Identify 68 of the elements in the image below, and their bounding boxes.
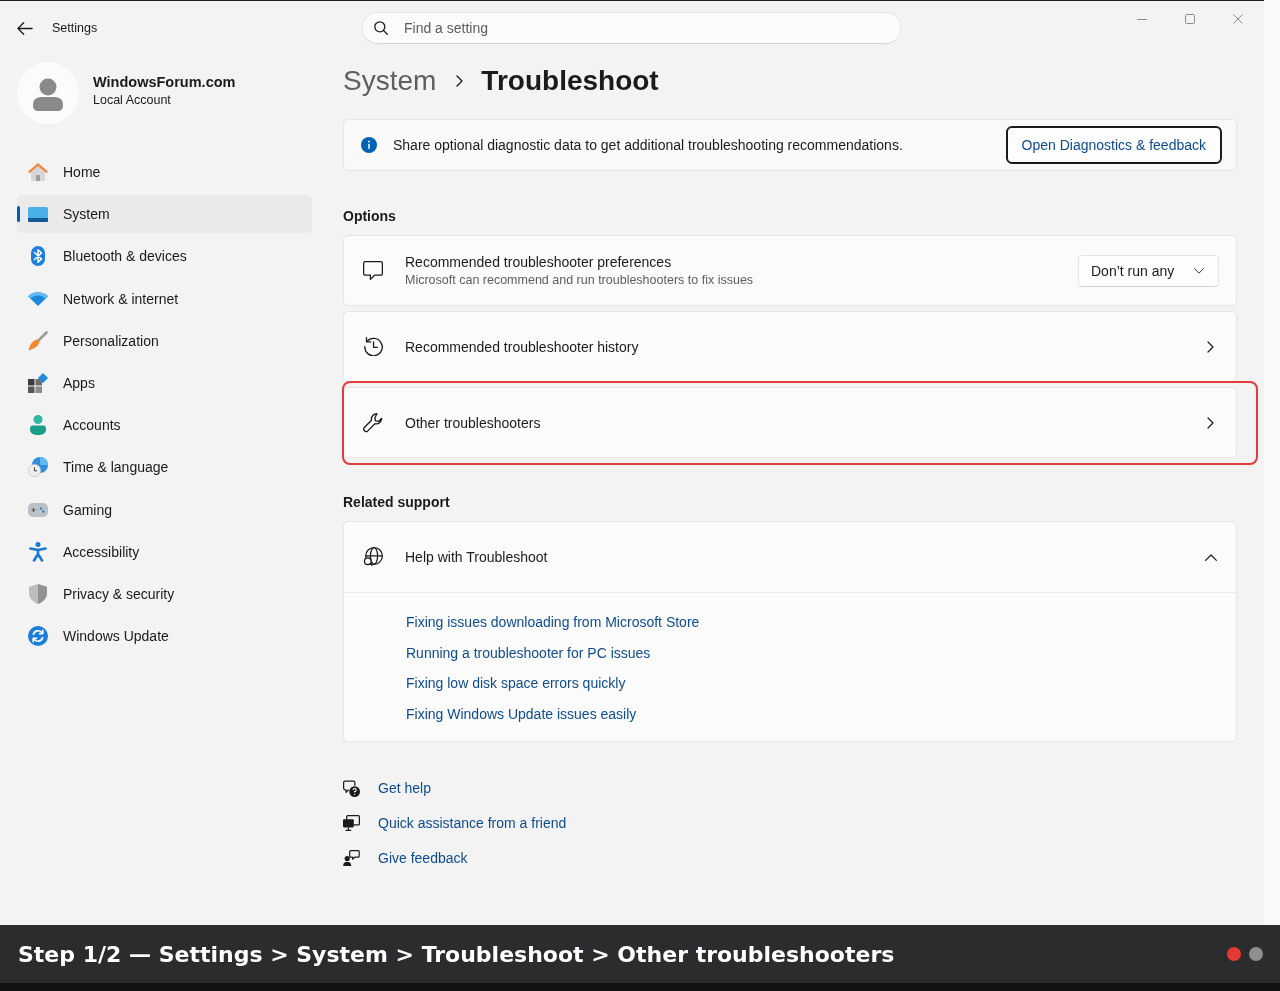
help-link[interactable]: Quick assistance from a friend [378,813,567,834]
search-icon [374,21,388,35]
shield-icon [29,583,47,604]
info-icon [361,137,377,153]
person-speech-icon [343,850,360,867]
chevron-right-icon [456,75,464,87]
chat-bubble-icon [363,261,383,280]
chevron-right-icon [1207,416,1214,429]
settings-card[interactable]: Recommended troubleshooter history [343,311,1237,382]
nav-item[interactable]: Accessibility [17,532,312,571]
monitor-icon [28,206,48,222]
minimize-icon [1137,18,1147,20]
back-button[interactable] [17,21,33,35]
nav-item[interactable]: Gaming [17,490,312,529]
section-heading: Related support [343,493,451,512]
setting-title: Recommended troubleshooter preferences [405,252,673,272]
dropdown[interactable]: Don’t run any [1078,254,1219,287]
caption-text: Step 1/2 — Settings > System > Troubleshoot > Other troubleshooters [18,941,895,967]
help-link[interactable]: Get help [378,778,431,799]
help-article-link[interactable]: Running a troubleshooter for PC issues [406,642,651,663]
account-name: WindowsForum.com [93,73,236,92]
nav-item[interactable]: Network & internet [17,279,312,318]
account-type: Local Account [93,92,172,109]
nav-item[interactable]: Bluetooth & devices [17,237,312,276]
house-icon [28,163,48,181]
nav-item[interactable]: Apps [17,363,312,402]
nav-item[interactable]: Time & language [17,448,312,487]
setting-description: Microsoft can recommend and run troubleshooters to fix issues [405,271,754,289]
wrench-icon [363,412,383,433]
page-title: Troubleshoot [481,64,659,98]
paintbrush-icon [28,330,48,351]
chat-question-icon [343,779,360,797]
maximize-icon [1185,14,1195,24]
nav-item[interactable]: System [17,195,312,234]
help-article-link[interactable]: Fixing low disk space errors quickly [406,673,626,694]
close-icon [1233,14,1243,24]
avatar-icon [17,62,79,124]
open-diagnostics-button[interactable]: Open Diagnostics & feedback [1005,126,1222,164]
search-field[interactable]: Find a setting [362,12,901,44]
person-icon [30,415,46,436]
settings-card[interactable]: Other troubleshooters [343,387,1237,458]
section-heading: Options [343,207,397,226]
help-link[interactable]: Give feedback [378,848,468,869]
arrow-left-icon [17,21,33,35]
bluetooth-icon [31,246,45,267]
nav-item[interactable]: Privacy & security [17,574,312,613]
wifi-icon [28,291,48,306]
nav-item[interactable]: Windows Update [17,617,312,656]
selection-indicator [17,206,20,223]
help-article-link[interactable]: Fixing issues downloading from Microsoft Store [406,612,700,632]
help-article-link[interactable]: Fixing Windows Update issues easily [406,704,637,725]
globe-search-icon [363,547,383,567]
info-message: Share optional diagnostic data to get additional troubleshooting recommendations. [393,137,904,153]
sync-arrows-icon [28,626,48,647]
chevron-down-icon [1194,267,1204,274]
accessibility-figure-icon [29,541,47,562]
nav-item[interactable]: Personalization [17,321,312,360]
history-icon [363,337,383,356]
app-title: Settings [52,21,98,35]
expander-header[interactable]: Help with Troubleshoot [344,522,1236,592]
monitors-icon [343,815,360,832]
apps-grid-icon [28,372,48,393]
globe-clock-icon [28,457,48,478]
nav-item[interactable]: Accounts [17,406,312,445]
gamepad-icon [28,502,48,517]
nav-item[interactable]: Home [17,153,312,191]
breadcrumb-link[interactable]: System [343,61,437,101]
chevron-right-icon [1207,340,1214,353]
